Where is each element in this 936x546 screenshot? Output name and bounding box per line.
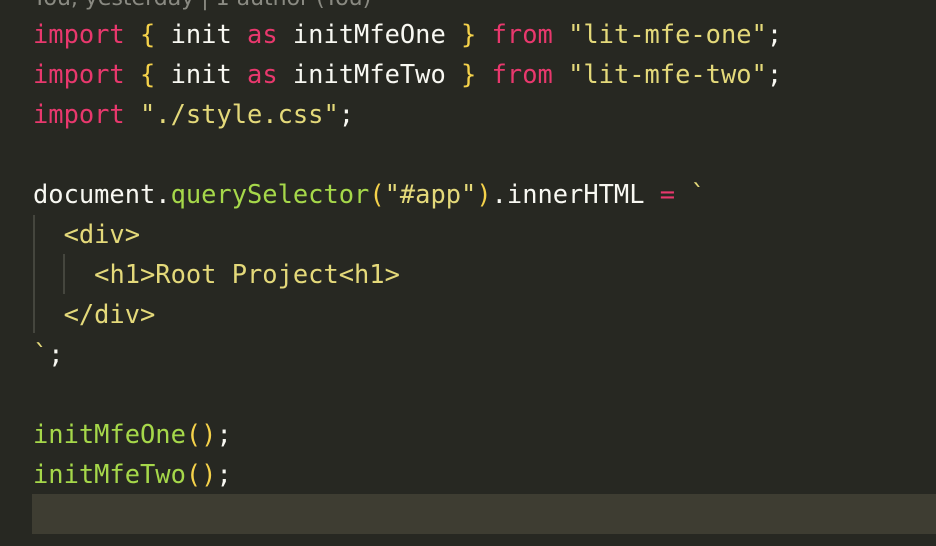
bracket-token: } — [461, 59, 477, 89]
bracket-token: { — [140, 19, 156, 49]
string-token: ` — [33, 339, 49, 369]
string-token: <h1>Root Project<h1> — [94, 259, 400, 289]
plain-token: ; — [48, 339, 64, 369]
plain-token: ; — [216, 419, 232, 449]
keyword-token: as — [247, 59, 278, 89]
keyword-token: import — [33, 59, 125, 89]
code-line[interactable]: import "./style.css"; — [0, 94, 936, 134]
bracket-token: } — [461, 19, 477, 49]
code-line[interactable] — [0, 374, 936, 414]
code-editor[interactable]: import { init as initMfeOne } from "lit-… — [0, 14, 936, 534]
string-token: "lit-mfe-one" — [568, 19, 767, 49]
keyword-token: as — [247, 19, 278, 49]
code-line[interactable]: <div> — [0, 214, 936, 254]
plain-token: ; — [216, 459, 232, 489]
plain-token: initMfeOne — [277, 19, 462, 49]
function-token: initMfeTwo — [33, 459, 186, 489]
code-line[interactable]: `; — [0, 334, 936, 374]
keyword-token: import — [33, 19, 125, 49]
code-line[interactable]: initMfeTwo(); — [0, 454, 936, 494]
keyword-token: from — [491, 59, 553, 89]
string-token: ` — [690, 179, 706, 209]
string-token: </div> — [63, 299, 156, 329]
code-line[interactable]: </div> — [0, 294, 936, 334]
bracket-token: { — [140, 59, 156, 89]
code-line[interactable]: <h1>Root Project<h1> — [0, 254, 936, 294]
plain-token: .innerHTML — [491, 179, 660, 209]
operator-token: = — [659, 179, 676, 209]
plain-token: ; — [766, 59, 783, 89]
bracket-token: () — [185, 419, 217, 449]
keyword-token: import — [33, 99, 125, 129]
string-token: "lit-mfe-two" — [568, 59, 767, 89]
string-token: "#app" — [384, 179, 477, 209]
bracket-token: ) — [476, 179, 492, 209]
code-lens-blame[interactable]: You, yesterday | 1 author (You) — [33, 0, 371, 11]
bracket-token: () — [185, 459, 217, 489]
bracket-token: ( — [369, 179, 385, 209]
string-token: <div> — [63, 219, 141, 249]
code-line[interactable]: document.querySelector("#app").innerHTML… — [0, 174, 936, 214]
plain-token: init — [155, 19, 248, 49]
keyword-token: from — [491, 19, 553, 49]
plain-token: ; — [766, 19, 783, 49]
function-token: querySelector — [170, 179, 370, 209]
string-token: "./style.css" — [140, 99, 339, 129]
plain-token: init — [155, 59, 248, 89]
code-line[interactable] — [0, 134, 936, 174]
function-token: initMfeOne — [33, 419, 186, 449]
plain-token: initMfeTwo — [277, 59, 462, 89]
code-line[interactable]: import { init as initMfeTwo } from "lit-… — [0, 54, 936, 94]
code-line[interactable]: import { init as initMfeOne } from "lit-… — [0, 14, 936, 54]
plain-token: ; — [338, 99, 355, 129]
code-line[interactable]: initMfeOne(); — [0, 414, 936, 454]
code-line-current[interactable] — [0, 494, 936, 534]
plain-token: document. — [33, 179, 171, 209]
